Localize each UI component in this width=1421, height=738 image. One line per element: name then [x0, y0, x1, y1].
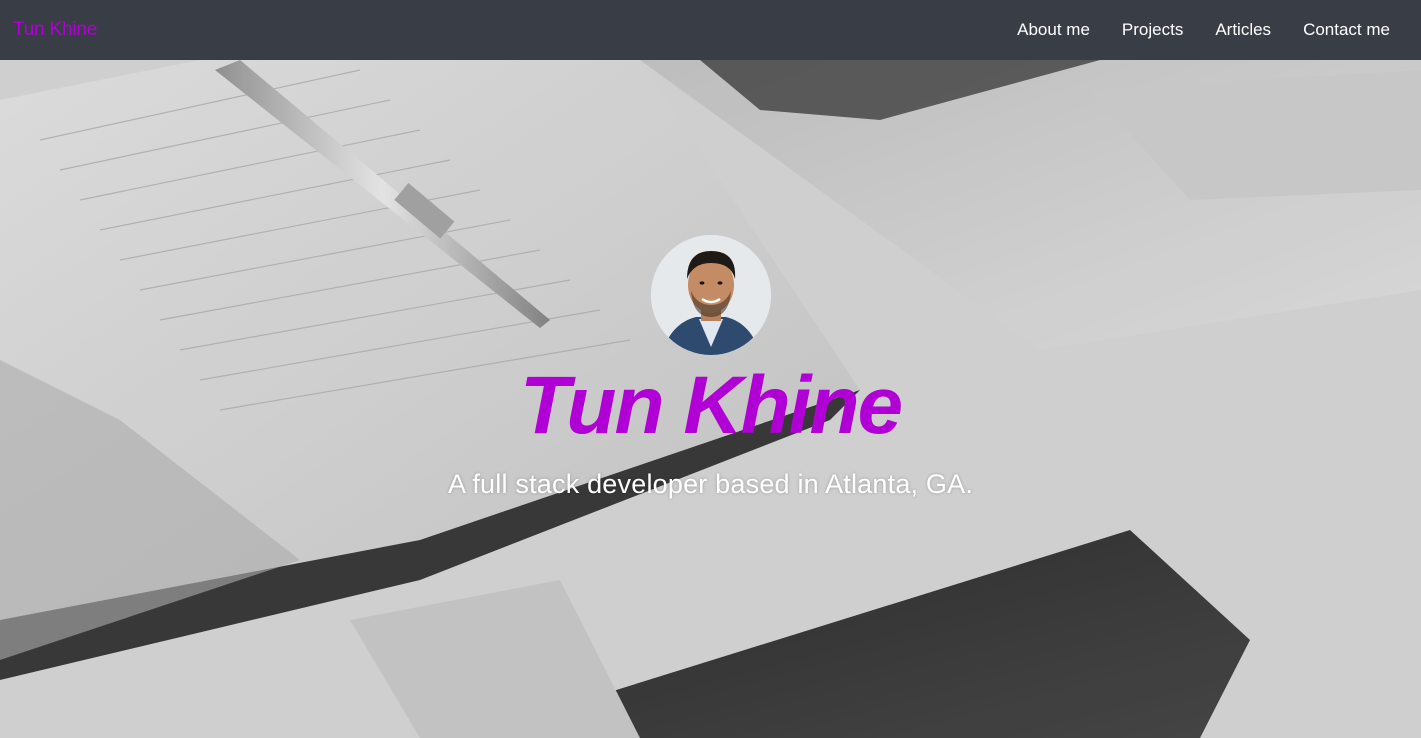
- hero-content: Tun Khine A full stack developer based i…: [0, 235, 1421, 500]
- hero-subtitle: A full stack developer based in Atlanta,…: [447, 469, 974, 499]
- nav-link-articles[interactable]: Articles: [1215, 20, 1271, 40]
- hero-title: Tun Khine: [519, 360, 903, 451]
- brand-link[interactable]: Tun Khine: [13, 19, 97, 41]
- hero-section: Tun Khine A full stack developer based i…: [0, 60, 1421, 738]
- nav-links: About me Projects Articles Contact me: [985, 20, 1390, 40]
- avatar-photo-icon: [650, 235, 771, 355]
- avatar: [650, 235, 771, 355]
- nav-link-contact[interactable]: Contact me: [1303, 20, 1390, 40]
- nav-link-projects[interactable]: Projects: [1122, 20, 1183, 40]
- top-navbar: Tun Khine About me Projects Articles Con…: [0, 0, 1421, 60]
- nav-link-about[interactable]: About me: [1017, 20, 1090, 40]
